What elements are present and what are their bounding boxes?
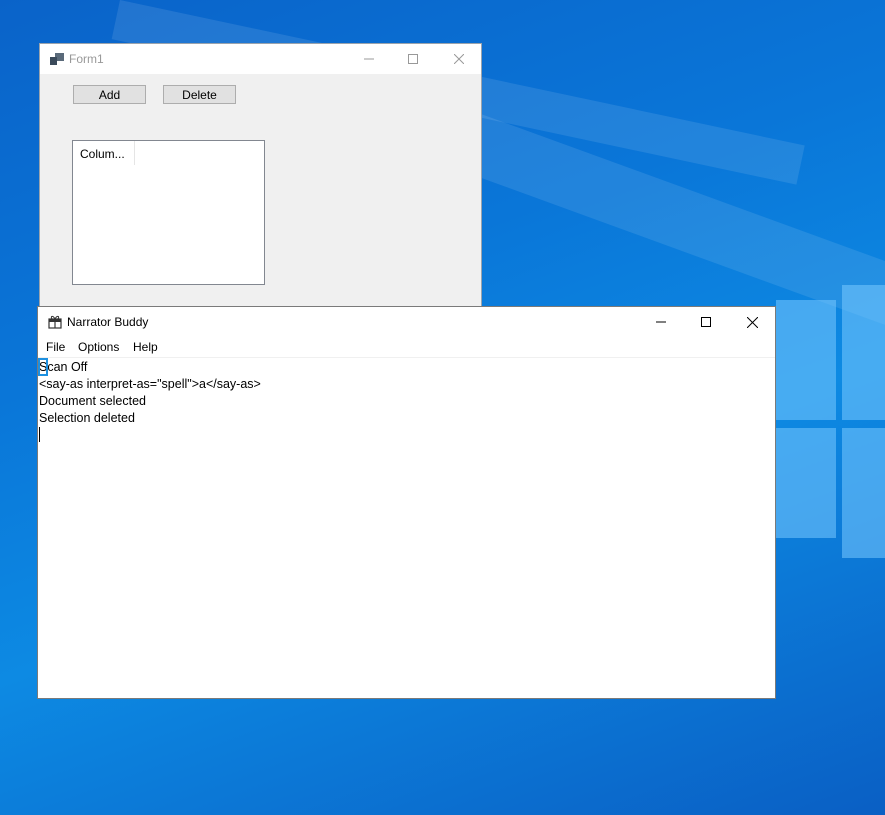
maximize-icon xyxy=(408,54,418,64)
windows-logo-pane xyxy=(842,428,885,558)
menu-options[interactable]: Options xyxy=(78,340,119,354)
close-button[interactable] xyxy=(436,44,482,74)
form1-title: Form1 xyxy=(69,52,104,66)
maximize-button[interactable] xyxy=(390,44,436,74)
narrator-buddy-window: Narrator Buddy File Options Help Scan Of… xyxy=(37,306,776,699)
column-header-label: Colum... xyxy=(80,147,125,161)
gift-icon xyxy=(48,315,62,329)
minimize-button[interactable] xyxy=(638,307,684,337)
log-line: Scan Off xyxy=(39,360,88,374)
menu-bar: File Options Help xyxy=(38,337,775,358)
add-button[interactable]: Add xyxy=(73,85,146,104)
close-icon xyxy=(454,54,464,64)
delete-button[interactable]: Delete xyxy=(163,85,236,104)
minimize-button[interactable] xyxy=(346,44,392,74)
log-line: Document selected xyxy=(39,394,147,408)
narrator-focus-rectangle xyxy=(38,358,48,376)
close-icon xyxy=(746,316,758,328)
menu-file[interactable]: File xyxy=(46,340,65,354)
form1-window: Form1 Add Delete Colum... xyxy=(39,43,482,307)
windows-logo-pane xyxy=(842,285,885,420)
app-icon xyxy=(50,53,64,65)
narrator-titlebar[interactable]: Narrator Buddy xyxy=(38,307,775,337)
menu-help[interactable]: Help xyxy=(133,340,158,354)
minimize-icon xyxy=(656,321,666,323)
list-view[interactable]: Colum... xyxy=(72,140,265,285)
narrator-log[interactable]: Scan Off <say-as interpret-as="spell">a<… xyxy=(39,359,769,427)
windows-logo-pane xyxy=(776,428,836,538)
log-line: Selection deleted xyxy=(39,411,135,425)
form1-titlebar[interactable]: Form1 xyxy=(40,44,481,74)
close-button[interactable] xyxy=(729,307,775,337)
log-line: <say-as interpret-as="spell">a</say-as> xyxy=(39,377,261,391)
text-caret xyxy=(39,427,40,442)
maximize-icon xyxy=(701,317,711,327)
minimize-icon xyxy=(364,58,374,60)
windows-logo-pane xyxy=(776,300,836,420)
column-header[interactable]: Colum... xyxy=(73,141,135,165)
narrator-title: Narrator Buddy xyxy=(67,315,149,329)
maximize-button[interactable] xyxy=(683,307,729,337)
